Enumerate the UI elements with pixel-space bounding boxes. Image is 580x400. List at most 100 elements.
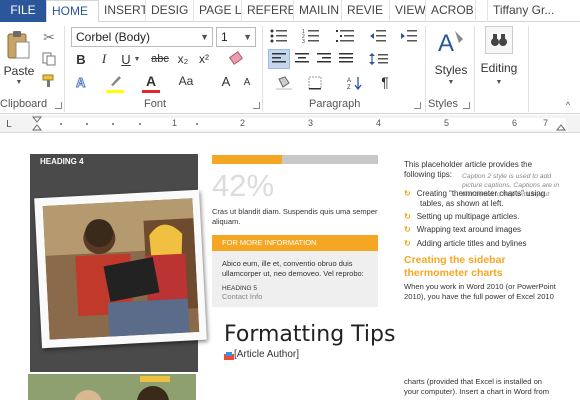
list-item-text: Wrapping text around images — [416, 225, 522, 234]
styles-button[interactable]: Styles — [432, 62, 470, 78]
font-family-select[interactable]: Corbel (Body) ▼ — [71, 27, 213, 47]
sort-icon[interactable]: AZ — [345, 74, 365, 92]
paste-dropdown-icon[interactable]: ▼ — [15, 78, 23, 86]
increase-indent-icon[interactable] — [398, 26, 420, 46]
percent-value: 42% — [212, 168, 275, 203]
font-launcher-icon[interactable] — [253, 102, 260, 109]
indent-marker-icon[interactable] — [32, 116, 42, 132]
tab-selector-icon[interactable]: L — [2, 117, 16, 131]
binoculars-icon[interactable] — [485, 26, 513, 54]
clear-formatting-icon[interactable] — [226, 48, 246, 68]
format-painter-icon[interactable] — [40, 72, 58, 90]
tab-view[interactable]: VIEW — [390, 0, 426, 22]
change-case-button[interactable]: Aa — [175, 72, 197, 90]
styles-icon[interactable]: A — [436, 26, 466, 58]
ruler-mark: 2 — [240, 118, 246, 128]
clipboard-launcher-icon[interactable] — [55, 102, 62, 109]
tab-review[interactable]: REVIE — [342, 0, 390, 22]
bullet-icon: ↻ — [404, 189, 411, 198]
list-item: ↻ Wrapping text around images — [404, 225, 521, 234]
intro-text: following tips: — [404, 170, 453, 179]
tab-insert[interactable]: INSERT — [99, 0, 146, 22]
body-text-line: your computer). Insert a chart in Word f… — [404, 387, 550, 396]
font-size-select[interactable]: 1 ▼ — [216, 27, 256, 47]
tab-mailings[interactable]: MAILIN — [294, 0, 342, 22]
document-page[interactable]: HEADING 4 42% Cras ut blandit diam. Susp… — [0, 134, 580, 400]
multilevel-list-icon[interactable] — [334, 26, 358, 46]
tab-acrobat[interactable]: ACROB — [426, 0, 476, 22]
font-group-label: Font — [144, 98, 167, 110]
right-indent-marker-icon[interactable] — [556, 116, 566, 132]
svg-text:3: 3 — [302, 39, 305, 43]
borders-icon[interactable] — [304, 74, 326, 92]
align-center-button[interactable] — [292, 49, 312, 69]
cut-icon[interactable]: ✂ — [40, 28, 58, 46]
sidebar-heading-line: thermometer charts — [404, 267, 503, 279]
ruler-mark: 4 — [376, 118, 382, 128]
show-formatting-button[interactable]: ¶ — [376, 72, 394, 92]
tab-file[interactable]: FILE — [0, 0, 46, 22]
shrink-font-button[interactable]: A — [240, 74, 254, 90]
italic-button[interactable]: I — [95, 50, 113, 68]
tab-home[interactable]: HOME — [46, 0, 99, 23]
photo-frame[interactable] — [34, 189, 207, 349]
copy-icon[interactable] — [40, 50, 58, 68]
article-title[interactable]: Formatting Tips — [224, 322, 395, 347]
list-item-text: Creating “thermometer charts” using — [416, 189, 546, 198]
bullet-icon: ↻ — [404, 239, 411, 248]
paragraph-launcher-icon[interactable] — [414, 102, 421, 109]
styles-launcher-icon[interactable] — [463, 102, 470, 109]
strikethrough-button[interactable]: abc — [148, 50, 172, 68]
user-account[interactable]: Tiffany Gr... — [487, 0, 580, 22]
heading-4: HEADING 4 — [40, 157, 84, 166]
ruler-mark: 1 — [172, 118, 178, 128]
ruler-tick — [86, 123, 88, 125]
numbering-icon[interactable]: 123 — [300, 26, 322, 46]
subscript-button[interactable]: x₂ — [174, 50, 192, 68]
lorem-text-line: Abico eum, ille et, conventio obruo duis — [222, 259, 353, 268]
group-divider — [474, 26, 475, 112]
second-photo — [28, 374, 196, 400]
ruler-track — [36, 118, 566, 130]
editing-button[interactable]: Editing — [478, 60, 520, 76]
editing-dropdown-icon[interactable]: ▼ — [494, 78, 504, 86]
ruler-tick — [60, 123, 62, 125]
ruler-mark: 6 — [512, 118, 518, 128]
justify-button[interactable] — [336, 49, 356, 69]
underline-dropdown-icon[interactable]: ▼ — [133, 55, 141, 63]
font-color-button[interactable]: A — [142, 72, 160, 90]
decrease-indent-icon[interactable] — [367, 26, 389, 46]
line-spacing-icon[interactable] — [367, 49, 391, 69]
paragraph-group-label: Paragraph — [309, 98, 361, 110]
bullet-icon: ↻ — [404, 225, 411, 234]
font-color-swatch — [142, 90, 160, 93]
bold-button[interactable]: B — [72, 50, 90, 68]
ribbon-tabs: FILE HOME INSERT DESIG PAGE L REFERE MAI… — [0, 0, 580, 23]
paste-button[interactable]: Paste — [4, 64, 35, 78]
more-info-header: FOR MORE INFORMATION — [212, 235, 378, 251]
grow-font-button[interactable]: A — [219, 72, 233, 90]
body-text-line: 2010), you have the full power of Excel … — [404, 292, 554, 301]
horizontal-ruler[interactable]: L 1 2 3 4 5 6 7 — [0, 115, 580, 133]
align-left-button[interactable] — [268, 49, 290, 69]
people-laptop-photo — [42, 198, 200, 340]
tab-page-layout[interactable]: PAGE L — [194, 0, 242, 22]
intro-text: This placeholder article provides the — [404, 160, 533, 169]
align-right-button[interactable] — [314, 49, 334, 69]
highlight-icon[interactable] — [106, 72, 124, 90]
sidebar-heading: Creating the sidebar thermometer charts — [404, 254, 506, 280]
ruler-mark: 3 — [308, 118, 314, 128]
bullet-icon: ↻ — [404, 212, 411, 221]
styles-dropdown-icon[interactable]: ▼ — [446, 78, 456, 86]
bullets-icon[interactable] — [268, 26, 290, 46]
group-divider — [528, 26, 529, 112]
text-effects-icon[interactable]: A — [74, 74, 90, 90]
tab-design[interactable]: DESIG — [146, 0, 194, 22]
shading-icon[interactable] — [273, 74, 295, 92]
superscript-button[interactable]: x² — [195, 50, 213, 68]
collapse-ribbon-icon[interactable]: ^ — [562, 100, 574, 110]
article-author[interactable]: [Article Author] — [234, 349, 299, 360]
tab-references[interactable]: REFERE — [242, 0, 294, 22]
paste-icon[interactable] — [3, 28, 33, 62]
content-control-icon — [224, 352, 234, 362]
